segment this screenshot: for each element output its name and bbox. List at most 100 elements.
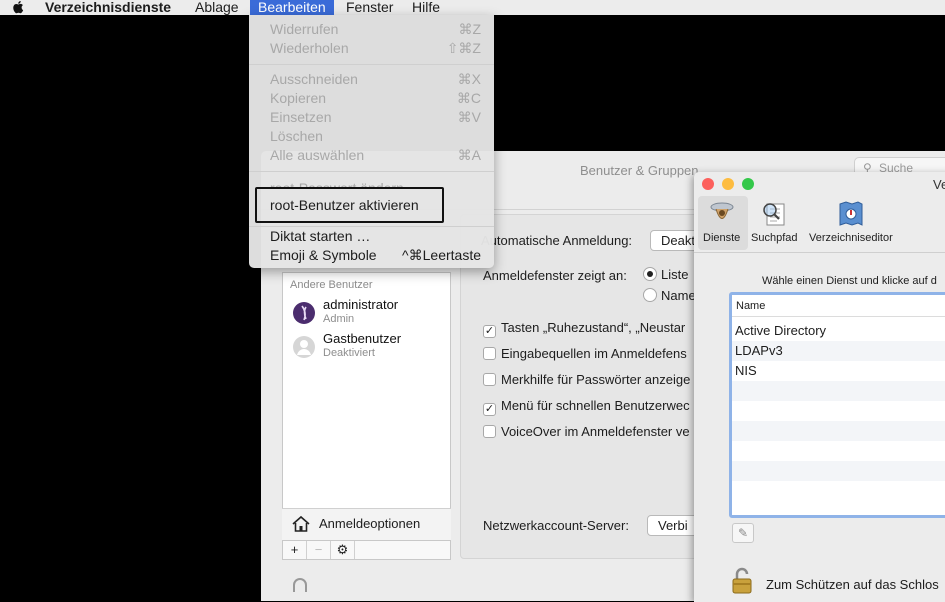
services-hint: Wähle einen Dienst und klicke auf d [762,275,937,287]
checkbox-input-sources[interactable]: Eingabequellen im Anmeldefens [483,346,687,361]
table-row-empty [732,461,945,481]
menu-app-name[interactable]: Verzeichnisdienste [37,0,179,15]
menu-item-redo[interactable]: Wiederholen ⇧⌘Z [249,39,494,58]
menu-item-label: Diktat starten … [270,228,371,244]
pencil-icon[interactable]: ✎ [732,523,754,543]
menu-shortcut: ^⌘Leertaste [402,247,481,263]
menu-shortcut: ⌘V [457,109,481,125]
menubar: Verzeichnisdienste Ablage Bearbeiten Fen… [0,0,945,15]
login-options-label: Anmeldeoptionen [319,516,421,531]
add-user-button[interactable]: + [283,541,307,559]
user-item-guest[interactable]: Gastbenutzer Deaktiviert [293,331,443,363]
house-icon [292,515,310,532]
toolbar-label: Suchpfad [751,232,798,244]
services-icon [710,202,734,219]
window-title: Ve [933,177,945,192]
menu-item-label: Kopieren [270,90,327,106]
avatar [293,336,315,358]
table-row-empty [732,441,945,461]
toolbar-search-path[interactable]: Suchpfad [751,198,797,244]
menu-item-start-dictation[interactable]: Diktat starten … [249,227,494,246]
search-path-icon [763,203,785,226]
menu-bearbeiten[interactable]: Bearbeiten [250,0,334,15]
menu-item-label: Alle auswählen [270,147,365,163]
avatar [293,302,315,324]
menu-shortcut: ⌘X [457,71,481,87]
user-role: Admin [323,313,355,325]
user-item-administrator[interactable]: administrator Admin [293,297,443,329]
checkbox[interactable]: ✓ [483,325,496,338]
menu-item-paste[interactable]: Einsetzen ⌘V [249,108,494,127]
apple-menu-icon[interactable] [6,0,28,15]
checkbox-label: Eingabequellen im Anmeldefens [501,346,687,361]
checkbox-sleep-restart[interactable]: ✓ Tasten „Ruhezustand“, „Neustar [483,320,685,338]
checkbox-fast-user-switching[interactable]: ✓ Menü für schnellen Benutzerwec [483,398,690,416]
toolbar-services[interactable]: Dienste [703,198,740,244]
remove-user-button[interactable]: − [307,541,331,559]
menu-separator [249,64,494,65]
table-row[interactable]: NIS [732,361,945,381]
network-server-label: Netzwerkaccount-Server: [483,518,629,533]
toolbar-directory-editor[interactable]: Verzeichniseditor [809,198,893,244]
table-row[interactable]: Active Directory [732,321,945,341]
checkbox-voiceover[interactable]: VoiceOver im Anmeldefenster ve [483,424,690,439]
highlight-box [255,187,444,223]
menu-shortcut: ⌘A [457,147,481,163]
menu-item-label: Widerrufen [270,21,339,37]
checkbox[interactable] [483,347,496,360]
menu-item-emoji-symbols[interactable]: Emoji & Symbole ^⌘Leertaste [249,246,494,265]
radio-list[interactable]: Liste [643,267,688,282]
checkbox[interactable] [483,373,496,386]
window-title: Benutzer & Gruppen [580,163,699,178]
menu-shortcut: ⌘C [456,90,481,106]
table-row-empty [732,381,945,401]
close-button[interactable] [702,178,714,190]
column-header-name[interactable]: Name [732,295,945,317]
radio-label: Name [661,288,696,303]
menu-item-label: Löschen [270,128,323,144]
lock-icon[interactable] [293,578,307,592]
table-row-empty [732,401,945,421]
user-name: Gastbenutzer [323,331,402,346]
login-options-item[interactable]: Anmeldeoptionen [282,508,451,542]
menu-shortcut: ⌘Z [458,21,481,37]
checkbox[interactable]: ✓ [483,403,496,416]
checkbox-label: Tasten „Ruhezustand“, „Neustar [501,320,686,335]
zoom-button[interactable] [742,178,754,190]
menu-item-select-all[interactable]: Alle auswählen ⌘A [249,146,494,165]
radio-button[interactable] [643,267,657,281]
menu-item-copy[interactable]: Kopieren ⌘C [249,89,494,108]
menu-item-cut[interactable]: Ausschneiden ⌘X [249,70,494,89]
other-users-label: Andere Benutzer [290,279,373,291]
checkbox-label: Menü für schnellen Benutzerwec [501,398,690,413]
gear-icon[interactable]: ⚙ [331,541,355,559]
checkbox-password-hints[interactable]: Merkhilfe für Passwörter anzeige [483,372,690,387]
toolbar-label: Dienste [703,232,741,244]
menu-item-label: Einsetzen [270,109,332,125]
checkbox[interactable] [483,425,496,438]
minimize-button[interactable] [722,178,734,190]
login-window-label: Anmeldefenster zeigt an: [483,268,627,283]
list-buttons: + − ⚙ [282,540,451,560]
menu-fenster[interactable]: Fenster [338,0,401,15]
table-row-empty [732,481,945,501]
checkbox-label: Merkhilfe für Passwörter anzeige [501,372,691,387]
table-row[interactable]: LDAPv3 [732,341,945,361]
menu-shortcut: ⇧⌘Z [446,40,481,56]
toolbar-divider [694,252,945,253]
services-table[interactable]: Name Active Directory LDAPv3 NIS [729,292,945,518]
menu-item-label: Ausschneiden [270,71,358,87]
menu-hilfe[interactable]: Hilfe [404,0,448,15]
menu-ablage[interactable]: Ablage [187,0,247,15]
radio-button[interactable] [643,288,657,302]
menu-item-label: Emoji & Symbole [270,247,377,263]
menu-item-undo[interactable]: Widerrufen ⌘Z [249,20,494,39]
menu-separator [249,171,494,172]
user-name: administrator [323,297,399,312]
network-server-button[interactable]: Verbi [647,515,699,536]
lock-text: Zum Schützen auf das Schlos [766,577,939,592]
menu-item-label: Wiederholen [270,40,349,56]
radio-name[interactable]: Name [643,288,696,303]
menu-item-delete[interactable]: Löschen [249,127,494,146]
auto-login-label: Automatische Anmeldung: [481,233,633,248]
